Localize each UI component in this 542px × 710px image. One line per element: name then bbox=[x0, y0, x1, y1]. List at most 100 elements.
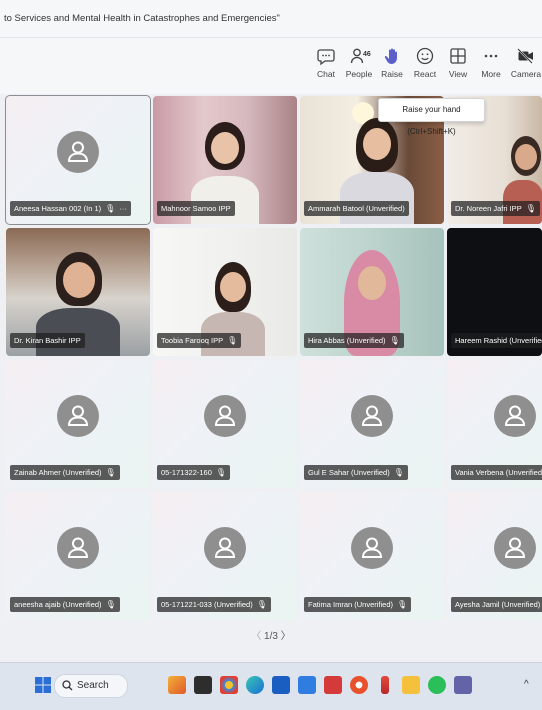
participant-name: Gul E Sahar (Unverified) bbox=[308, 468, 390, 477]
participant-tile[interactable]: Ayesha Jamil (Unverified) bbox=[447, 492, 542, 620]
page-indicator: 1/3 bbox=[264, 631, 278, 642]
edge-icon[interactable] bbox=[246, 676, 264, 694]
participant-name-tag: Zainab Ahmer (Unverified) 🎙 bbox=[10, 465, 120, 480]
participant-name-tag: Aneesa Hassan 002 (In 1) 🎙 ··· bbox=[10, 201, 131, 216]
participant-name: 05-171322-160 bbox=[161, 468, 212, 477]
participant-name-tag: Dr. Noreen Jafri IPP 🎙 bbox=[451, 201, 540, 216]
browser-icon[interactable] bbox=[350, 676, 368, 694]
avatar bbox=[494, 395, 537, 438]
participant-face bbox=[358, 266, 386, 300]
participant-face bbox=[363, 128, 391, 160]
raise-hand-tooltip: Raise your hand (Ctrl+Shift+K) bbox=[378, 98, 485, 136]
participant-name-tag: 05-171221-033 (Unverified) 🎙 bbox=[157, 597, 271, 612]
raise-hand-button[interactable]: Raise bbox=[377, 46, 407, 90]
camera-button[interactable]: Camera bbox=[510, 46, 542, 90]
person-icon bbox=[361, 537, 383, 559]
next-page-button[interactable]: 〉 bbox=[281, 631, 291, 642]
widgets-icon[interactable] bbox=[168, 676, 186, 694]
avatar bbox=[57, 395, 99, 438]
participant-tile[interactable]: 05-171322-160 🎙 bbox=[153, 360, 297, 488]
participant-tile[interactable]: Mahnoor Samoo IPP bbox=[153, 96, 297, 224]
page-navigator: 〈 1/3 〉 bbox=[0, 626, 542, 648]
participant-tile[interactable]: Zainab Ahmer (Unverified) 🎙 bbox=[6, 360, 150, 488]
raise-hand-icon bbox=[384, 48, 397, 64]
start-button[interactable] bbox=[34, 676, 52, 694]
participant-tile[interactable]: Vania Verbena (Unverified) bbox=[447, 360, 542, 488]
people-label: People bbox=[345, 69, 373, 79]
teams-icon[interactable] bbox=[454, 676, 472, 694]
participant-name: Mahnoor Samoo IPP bbox=[161, 204, 231, 213]
more-icon bbox=[484, 54, 498, 58]
more-button[interactable]: More bbox=[476, 46, 506, 90]
chat-icon bbox=[317, 49, 335, 66]
mic-muted-icon: 🎙 bbox=[397, 600, 408, 609]
avatar bbox=[204, 395, 246, 438]
participant-name-tag: Toobia Farooq IPP 🎙 bbox=[157, 333, 242, 348]
participant-name-tag: Gul E Sahar (Unverified) 🎙 bbox=[304, 465, 408, 480]
chat-button[interactable]: Chat bbox=[311, 46, 341, 90]
participant-tile[interactable]: Aneesa Hassan 002 (In 1) 🎙 ··· bbox=[5, 95, 151, 225]
person-icon bbox=[505, 405, 526, 427]
view-button[interactable]: View bbox=[443, 46, 473, 90]
participant-face bbox=[211, 132, 239, 164]
participant-name: Zainab Ahmer (Unverified) bbox=[14, 468, 102, 477]
app-icon[interactable] bbox=[381, 676, 389, 694]
participant-name-tag: Vania Verbena (Unverified) bbox=[451, 465, 542, 480]
mic-muted-icon: 🎙 bbox=[215, 468, 227, 477]
participant-tile[interactable]: Hira Abbas (Unverified) 🎙 bbox=[300, 228, 444, 356]
participant-name-tag: Ayesha Jamil (Unverified) bbox=[451, 597, 542, 612]
view-label: View bbox=[448, 69, 468, 79]
participant-name: Vania Verbena (Unverified) bbox=[455, 468, 542, 477]
participant-name: Hareem Rashid (Unverified) bbox=[455, 336, 542, 345]
participant-name-tag: Fatima Imran (Unverified) 🎙 bbox=[304, 597, 412, 612]
participant-face bbox=[63, 262, 95, 298]
meeting-toolbar: Chat 46 People Raise React View More Cam… bbox=[0, 38, 542, 94]
participant-name: Hira Abbas (Unverified) bbox=[308, 336, 386, 345]
participant-name-tag: aneesha ajaib (Unverified) 🎙 bbox=[10, 597, 120, 612]
mic-muted-icon: 🎙 bbox=[393, 468, 404, 477]
mic-muted-icon: 🎙 bbox=[256, 600, 267, 609]
person-icon bbox=[67, 537, 89, 559]
people-button[interactable]: 46 People bbox=[344, 46, 374, 90]
participant-name: Ammarah Batool (Unverified) bbox=[308, 204, 405, 213]
participant-tile[interactable]: Toobia Farooq IPP 🎙 bbox=[153, 228, 297, 356]
previous-page-button[interactable]: 〈 bbox=[251, 631, 261, 642]
window-title: to Services and Mental Health in Catastr… bbox=[0, 0, 542, 38]
participant-tile[interactable]: Hareem Rashid (Unverified) bbox=[447, 228, 542, 356]
person-icon bbox=[505, 537, 526, 559]
participant-name-tag: Hareem Rashid (Unverified) bbox=[451, 333, 542, 348]
mic-muted-icon: 🎙 bbox=[105, 468, 116, 477]
more-label: More bbox=[481, 69, 501, 79]
chat-label: Chat bbox=[317, 69, 335, 79]
photos-icon[interactable] bbox=[298, 676, 316, 694]
participant-tile[interactable]: aneesha ajaib (Unverified) 🎙 bbox=[6, 492, 150, 620]
store-icon[interactable] bbox=[272, 676, 290, 694]
search-icon bbox=[62, 680, 73, 691]
media-icon[interactable] bbox=[324, 676, 342, 694]
participant-grid: Aneesa Hassan 002 (In 1) 🎙 ··· Mahnoor Sam… bbox=[5, 95, 542, 620]
file-explorer-icon[interactable] bbox=[402, 676, 420, 694]
participant-tile[interactable]: Gul E Sahar (Unverified) 🎙 bbox=[300, 360, 444, 488]
chrome-icon[interactable] bbox=[220, 676, 238, 694]
task-view-icon[interactable] bbox=[194, 676, 212, 694]
participant-name-tag: Ammarah Batool (Unverified) bbox=[304, 201, 409, 216]
windows-taskbar: Search ^ bbox=[0, 662, 542, 710]
avatar bbox=[57, 131, 99, 174]
person-icon bbox=[361, 405, 383, 427]
people-count: 46 bbox=[363, 51, 371, 58]
participant-tile[interactable]: 05-171221-033 (Unverified) 🎙 bbox=[153, 492, 297, 620]
react-label: React bbox=[413, 69, 437, 79]
taskbar-search[interactable]: Search bbox=[54, 674, 128, 698]
chevron-up-icon[interactable]: ^ bbox=[524, 676, 536, 694]
grid-view-icon bbox=[450, 48, 466, 64]
person-icon bbox=[67, 141, 89, 163]
participant-tile[interactable]: Fatima Imran (Unverified) 🎙 bbox=[300, 492, 444, 620]
person-icon bbox=[214, 405, 236, 427]
whatsapp-icon[interactable] bbox=[428, 676, 446, 694]
mic-muted-icon: 🎙 bbox=[227, 336, 238, 345]
react-button[interactable]: React bbox=[410, 46, 440, 90]
participant-tile[interactable]: Dr. Kiran Bashir IPP bbox=[6, 228, 150, 356]
more-options-icon[interactable]: ··· bbox=[119, 201, 127, 216]
participant-face bbox=[220, 272, 246, 302]
search-label: Search bbox=[77, 680, 109, 691]
